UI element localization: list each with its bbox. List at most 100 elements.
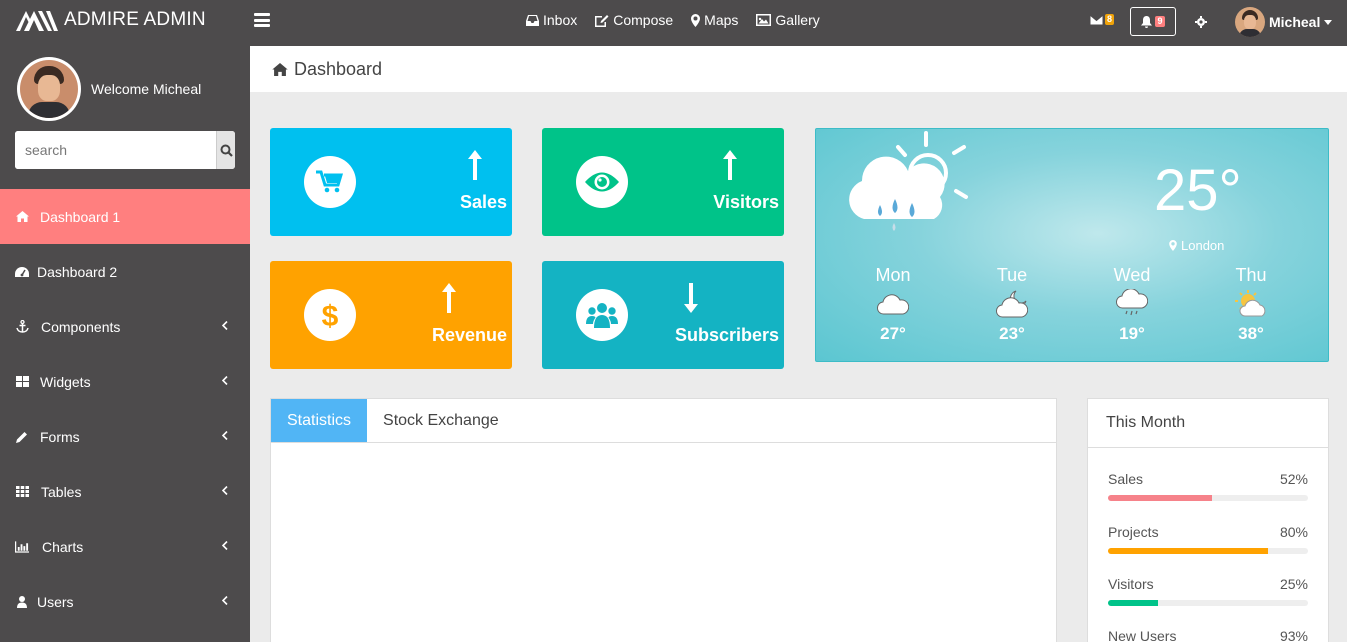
arrow-up-icon — [468, 150, 482, 180]
top-nav-links: Inbox Compose Maps Gallery — [526, 12, 820, 28]
nav-link-inbox[interactable]: Inbox — [526, 12, 577, 28]
settings-button[interactable] — [1195, 15, 1207, 33]
sidebar: Welcome Micheal Dashboard 1 Dashboard 2 … — [0, 46, 250, 642]
chevron-left-icon — [222, 486, 228, 495]
tile-label: Revenue — [431, 325, 507, 345]
chart-icon — [15, 540, 29, 553]
tab-statistics[interactable]: Statistics — [271, 399, 368, 442]
tile-subscribers[interactable]: Subscribers — [542, 261, 784, 369]
chevron-left-icon — [222, 431, 228, 440]
inbox-icon — [526, 14, 539, 26]
caret-down-icon — [1324, 19, 1333, 25]
panel-title: This Month — [1088, 399, 1328, 448]
sidebar-item-widgets[interactable]: Widgets — [0, 354, 250, 409]
sun-cloud-icon — [1235, 290, 1266, 317]
search-button[interactable] — [216, 131, 235, 169]
cloud-icon — [877, 294, 909, 315]
sidebar-item-forms[interactable]: Forms — [0, 409, 250, 464]
sidebar-item-tables[interactable]: Tables — [0, 464, 250, 519]
search-input[interactable] — [15, 131, 216, 169]
menu-toggle-button[interactable] — [254, 13, 270, 27]
sidebar-item-components[interactable]: Components — [0, 299, 250, 354]
sidebar-item-label: Dashboard 2 — [37, 263, 118, 280]
progress-bar — [1108, 495, 1308, 501]
progress-value: 25% — [1279, 576, 1308, 592]
sidebar-item-dashboard-2[interactable]: Dashboard 2 — [0, 244, 250, 299]
brand-name: ADMIRE ADMIN — [64, 9, 206, 30]
cloud-moon-icon — [996, 290, 1028, 318]
forecast-day-name: Tue — [996, 265, 1028, 285]
table-icon — [15, 486, 29, 497]
svg-text:$: $ — [322, 300, 339, 331]
chevron-left-icon — [222, 596, 228, 605]
home-icon — [15, 211, 29, 222]
rain-sun-icon — [849, 131, 968, 231]
progress-fill — [1108, 495, 1212, 501]
progress-fill — [1108, 600, 1158, 606]
sidebar-item-label: Tables — [41, 483, 82, 500]
forecast-day: Thu 38° — [1221, 265, 1281, 344]
forecast-day: Tue 23° — [982, 265, 1042, 344]
map-marker-icon — [1169, 240, 1177, 251]
brand-logo[interactable]: ADMIRE ADMIN — [16, 9, 206, 31]
users-icon — [586, 303, 618, 328]
progress-bar — [1108, 600, 1308, 606]
tile-visitors[interactable]: Visitors — [542, 128, 784, 236]
city-name: London — [1181, 238, 1225, 253]
this-month-panel: This Month Sales 52% Projects 80% Visitors… — [1087, 398, 1329, 642]
arrow-up-icon — [723, 150, 737, 180]
cloud-rain-icon — [1116, 289, 1148, 316]
sidebar-item-label: Users — [37, 593, 74, 610]
tab-stock-exchange[interactable]: Stock Exchange — [367, 399, 515, 442]
dollar-icon: $ — [322, 300, 339, 331]
forecast-day: Wed 19° — [1102, 265, 1162, 344]
nav-link-label: Gallery — [775, 12, 820, 28]
chevron-left-icon — [222, 321, 228, 330]
tile-revenue[interactable]: $ Revenue — [270, 261, 512, 369]
user-name: Micheal — [1269, 14, 1321, 30]
sidebar-item-users[interactable]: Users — [0, 574, 250, 629]
sidebar-item-charts[interactable]: Charts — [0, 519, 250, 574]
tile-icon-circle — [304, 156, 356, 208]
mail-notification[interactable]: 8 — [1090, 14, 1115, 25]
anchor-icon — [15, 320, 29, 333]
progress-visitors: Visitors 25% — [1108, 576, 1308, 606]
nav-link-gallery[interactable]: Gallery — [756, 12, 820, 28]
logo-icon — [16, 11, 58, 31]
progress-value: 80% — [1279, 524, 1308, 540]
progress-value: 93% — [1279, 628, 1308, 642]
nav-link-maps[interactable]: Maps — [691, 12, 738, 28]
map-marker-icon — [691, 13, 701, 27]
progress-projects: Projects 80% — [1108, 524, 1308, 554]
progress-label: Visitors — [1108, 576, 1154, 592]
tile-icon-circle — [576, 289, 628, 341]
mail-count-badge: 8 — [1105, 14, 1115, 25]
progress-label: Sales — [1108, 471, 1144, 487]
sidebar-item-label: Components — [41, 318, 121, 335]
avatar — [1235, 7, 1265, 37]
widgets-icon — [15, 376, 29, 387]
user-menu[interactable]: Micheal — [1235, 7, 1333, 37]
sidebar-nav: Dashboard 1 Dashboard 2 Components Widge… — [0, 189, 250, 629]
forecast-day-name: Thu — [1235, 265, 1267, 285]
progress-label: New Users — [1108, 628, 1177, 642]
image-icon — [756, 14, 772, 26]
nav-link-label: Compose — [613, 12, 674, 28]
bell-notification[interactable]: 9 — [1130, 7, 1176, 36]
panel-tabs: Statistics Stock Exchange — [271, 399, 1056, 443]
tile-sales[interactable]: Sales — [270, 128, 512, 236]
forecast-day: Mon 27° — [863, 265, 923, 344]
tile-icon-circle — [576, 156, 628, 208]
current-temperature: 25° — [1154, 158, 1242, 223]
progress-label: Projects — [1108, 524, 1159, 540]
home-icon — [272, 62, 288, 76]
nav-link-compose[interactable]: Compose — [595, 12, 673, 28]
arrow-down-icon — [684, 283, 698, 313]
dashboard-icon — [15, 266, 29, 277]
sidebar-item-dashboard-1[interactable]: Dashboard 1 — [0, 189, 250, 244]
tile-label: Sales — [459, 192, 507, 212]
sidebar-item-label: Widgets — [40, 373, 91, 390]
sidebar-item-label: Charts — [42, 538, 84, 555]
progress-fill — [1108, 548, 1268, 554]
nav-link-label: Inbox — [543, 12, 578, 28]
